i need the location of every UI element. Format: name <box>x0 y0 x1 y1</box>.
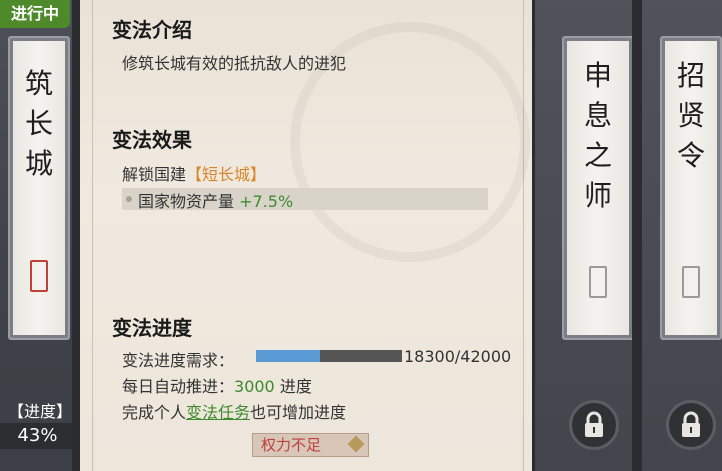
unlock-prefix: 解锁国建 <box>122 165 187 184</box>
status-badge: 进行中 <box>0 0 70 28</box>
reform-title-char: 城 <box>24 147 53 180</box>
effect-label: 国家物资产量 <box>138 192 235 211</box>
reform-title-char: 之 <box>583 139 612 172</box>
task-prefix: 完成个人 <box>122 403 187 422</box>
reform-scroll-zhaoxian[interactable]: 招 贤 令 <box>660 36 722 340</box>
bullet-icon <box>126 196 132 202</box>
intro-text: 修筑长城有效的抵抗敌人的进犯 <box>122 54 347 73</box>
gem-icon <box>347 435 365 453</box>
task-line: 完成个人变法任务也可增加进度 <box>122 399 346 423</box>
task-suffix: 也可增加进度 <box>250 403 347 422</box>
seal-icon <box>682 266 700 298</box>
reform-title-char: 申 <box>583 59 612 92</box>
seal-icon <box>589 266 607 298</box>
lock-icon <box>666 400 716 450</box>
reform-title-char: 筑 <box>24 67 53 100</box>
reform-title-char: 师 <box>583 179 612 212</box>
reform-title-char: 招 <box>676 59 705 92</box>
daily-value: 3000 <box>234 377 275 396</box>
reform-title-char: 令 <box>676 139 705 172</box>
progress-bar <box>256 350 402 362</box>
seal-icon <box>30 260 48 292</box>
daily-line: 每日自动推进：3000 进度 <box>122 373 312 397</box>
unlock-item[interactable]: 【短长城】 <box>186 165 266 184</box>
insufficient-power-button[interactable]: 权力不足 <box>252 433 369 457</box>
column-divider <box>632 0 642 471</box>
daily-suffix: 进度 <box>274 377 312 396</box>
lock-icon <box>569 400 619 450</box>
unlock-line: 解锁国建【短长城】 <box>122 161 266 185</box>
progress-numbers: 18300/42000 <box>404 347 512 366</box>
effect-line: 国家物资产量 +7.5% <box>138 188 293 212</box>
progress-heading: 变法进度 <box>112 316 192 340</box>
task-link[interactable]: 变法任务 <box>186 403 250 422</box>
reform-title-char: 长 <box>24 107 53 140</box>
progress-label: 【进度】 <box>7 402 72 421</box>
daily-prefix: 每日自动推进： <box>122 377 235 396</box>
intro-heading: 变法介绍 <box>112 18 192 42</box>
reform-scroll-great-wall[interactable]: 筑 长 城 <box>8 36 70 340</box>
progress-bar-fill <box>256 350 320 362</box>
button-label: 权力不足 <box>261 436 322 454</box>
effect-value: +7.5% <box>239 192 294 211</box>
progress-value: 43% <box>0 423 75 449</box>
reform-scroll-shenxi[interactable]: 申 息 之 师 <box>562 36 634 340</box>
reform-title-char: 息 <box>583 99 612 132</box>
effect-heading: 变法效果 <box>112 128 192 152</box>
progress-req-label: 变法进度需求： <box>122 351 235 370</box>
reform-title-char: 贤 <box>676 99 705 132</box>
